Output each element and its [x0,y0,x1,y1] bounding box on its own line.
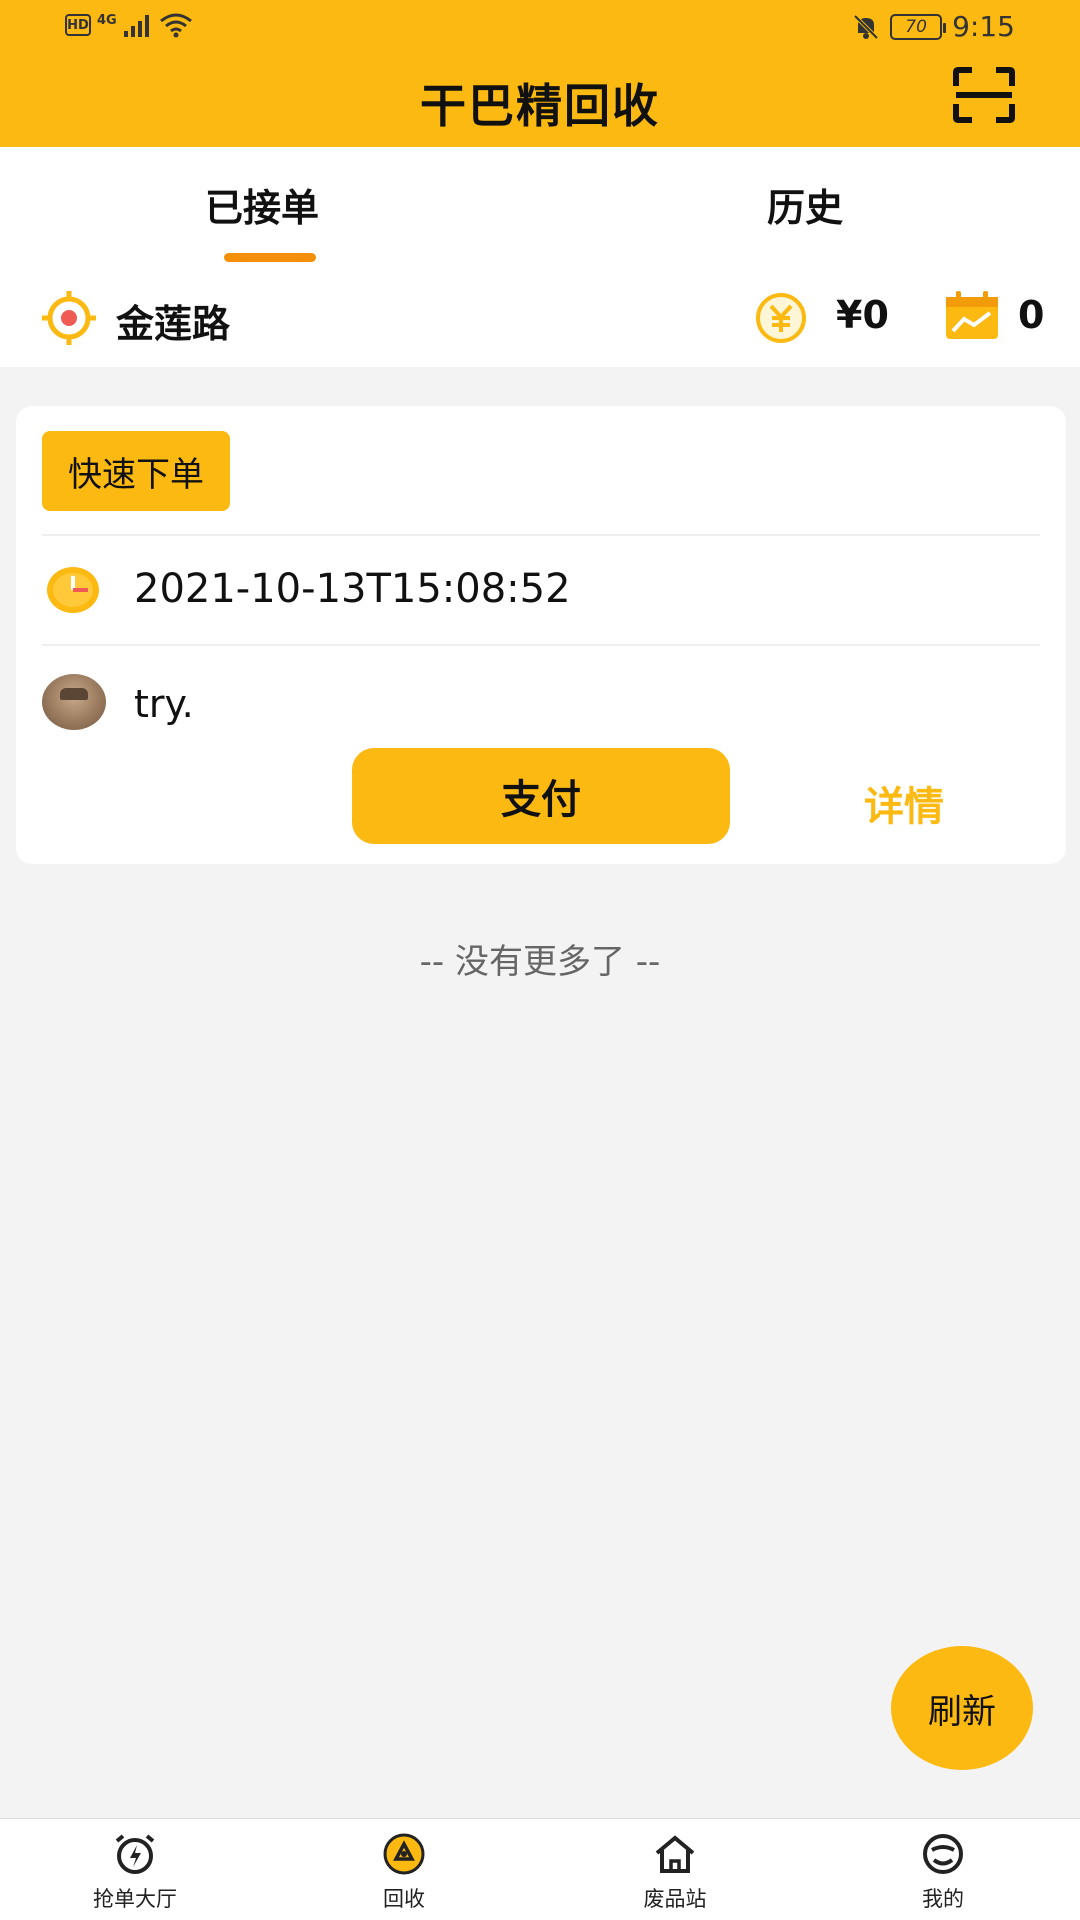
nav-scrap-station[interactable]: 废品站 [585,1833,765,1913]
signal-icon [123,15,149,37]
location-bar: 金莲路 ¥0 0 [0,267,1080,367]
nav-order-hall[interactable]: 抢单大厅 [45,1833,225,1913]
tab-received-orders[interactable]: 已接单 [205,177,319,232]
nav-label: 回收 [383,1887,425,1911]
network-type: 4G [97,12,117,28]
money-total: ¥0 [836,293,889,337]
coin-icon [756,293,806,343]
alarm-clock-icon [115,1834,155,1874]
order-count: 0 [1018,293,1045,337]
bottom-nav: 抢单大厅 回收 废品站 我的 [0,1818,1080,1920]
bell-off-icon [853,14,879,39]
status-right: 70 9:15 [852,10,1015,43]
detail-link[interactable]: 详情 [864,774,944,832]
order-card: 快速下单 2021-10-13T15:08:52 try. 支付 详情 [16,406,1066,864]
app-header: HD 4G 70 9:15 干巴精回收 [0,0,1080,147]
status-time: 9:15 [952,10,1015,43]
calendar-chart-icon [946,291,998,339]
tab-bar: 已接单 历史 [0,147,1080,267]
smile-icon [923,1834,963,1874]
avatar [42,674,106,730]
nav-label: 我的 [922,1887,964,1911]
nav-mine[interactable]: 我的 [853,1833,1033,1913]
wifi-icon [159,13,192,38]
battery-indicator: 70 [890,13,947,40]
nav-recycle[interactable]: 回收 [314,1833,494,1913]
order-time: 2021-10-13T15:08:52 [134,566,571,612]
active-tab-indicator [224,253,316,262]
nav-label: 废品站 [643,1887,707,1911]
status-bar: HD 4G 70 9:15 [0,0,1080,58]
refresh-button[interactable]: 刷新 [891,1646,1033,1770]
list-end-text: -- 没有更多了 -- [419,942,661,982]
tab-history[interactable]: 历史 [767,177,843,232]
divider [42,644,1040,646]
recycle-icon [383,1833,425,1875]
nav-label: 抢单大厅 [93,1887,177,1911]
quick-order-tag: 快速下单 [42,431,230,511]
scan-icon[interactable] [952,66,1016,124]
status-left: HD 4G [65,12,193,38]
pay-button[interactable]: 支付 [352,748,730,844]
app-title: 干巴精回收 [420,79,660,133]
hd-badge: HD [65,14,91,36]
home-icon [655,1835,695,1873]
divider [42,534,1040,536]
user-name: try. [134,682,194,726]
clock-icon [47,567,99,613]
location-target-icon [42,291,96,345]
location-label[interactable]: 金莲路 [116,293,230,348]
